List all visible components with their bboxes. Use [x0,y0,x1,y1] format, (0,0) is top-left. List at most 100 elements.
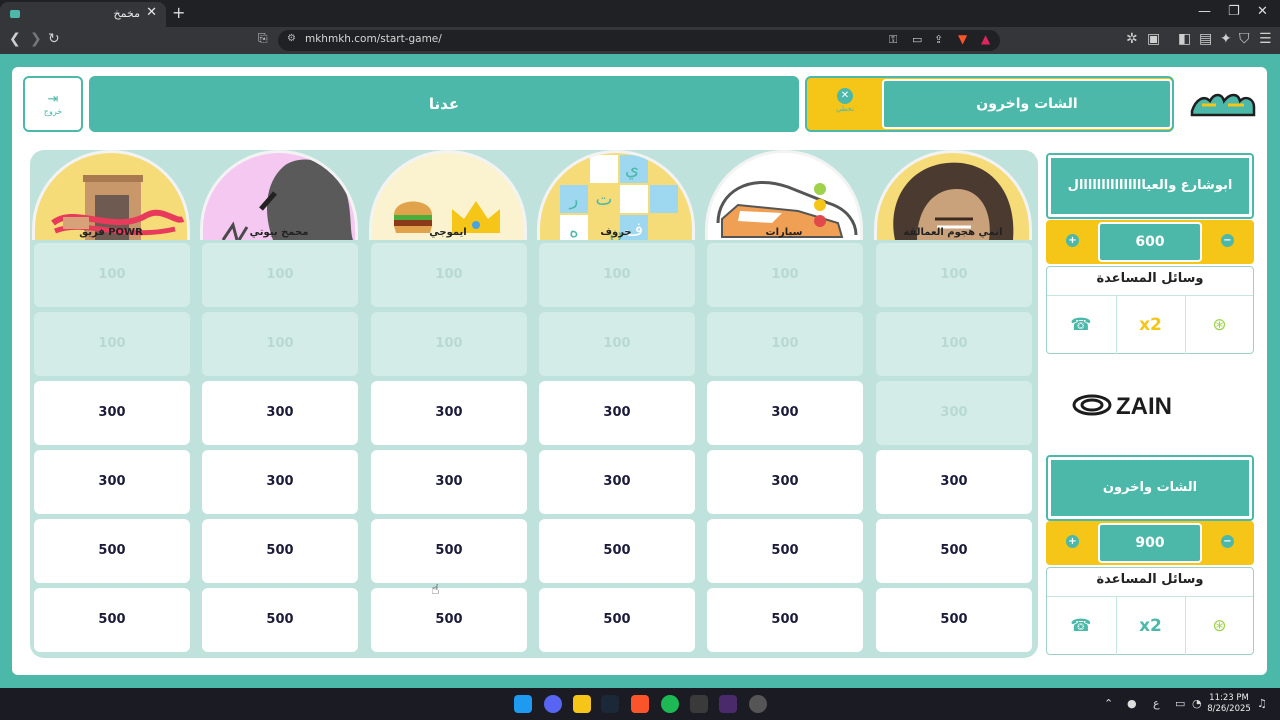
question-cell[interactable]: 300 [371,450,527,514]
hole-icon[interactable]: ⊛ [1185,296,1253,354]
question-cell[interactable]: 300 [539,381,695,445]
minus-icon[interactable]: − [1221,535,1234,548]
category-name: سيارات [765,227,803,238]
volume-icon[interactable]: ◔ [1192,697,1202,710]
zain-sponsor-logo: ZAIN [1072,393,1172,420]
browser-tab[interactable]: مخمخ ✕ [0,2,166,27]
hole-icon[interactable]: ⊛ [1185,597,1253,655]
question-cell[interactable]: 500 [371,519,527,583]
question-cell[interactable]: 300 [202,450,358,514]
letter-tile: ي [625,159,639,180]
chevron-up-icon[interactable]: ⌃ [1104,697,1113,710]
screenshot-icon[interactable]: ▣ [1147,31,1160,47]
category-header[interactable]: ي ر ت ف ه ن حروف [537,150,695,240]
wallet-icon[interactable]: ▤ [1199,31,1212,47]
question-cell[interactable]: 500 [876,588,1032,652]
question-cell: 100 [202,312,358,376]
question-cell[interactable]: 500 [539,519,695,583]
question-cell[interactable]: 500 [707,588,863,652]
question-cell: 300 [876,381,1032,445]
question-cell[interactable]: 300 [34,450,190,514]
question-cell[interactable]: 300 [34,381,190,445]
question-cell[interactable]: 500 [34,588,190,652]
clock[interactable]: 11:23 PM 8/26/2025 [1205,693,1253,715]
back-icon[interactable]: ❮ [9,31,21,47]
double-points-icon[interactable]: x2 [1116,597,1184,655]
network-icon[interactable]: ▭ [1175,697,1185,710]
notifications-icon[interactable]: ♫ [1257,697,1267,710]
help-tools-row: ☎ x2 ⊛ [1047,596,1253,655]
close-window-button[interactable]: ✕ [1257,4,1268,19]
question-cell[interactable]: 300 [707,381,863,445]
skip-button[interactable]: ✕ تخطي [831,88,859,113]
category-header[interactable]: فريق POWR [32,150,190,240]
steam-icon[interactable] [601,695,619,713]
question-cell[interactable]: 300 [707,450,863,514]
question-cell[interactable]: 500 [34,519,190,583]
help-tools-box: وسائل المساعدة ☎ x2 ⊛ [1046,567,1254,655]
minus-icon[interactable]: − [1221,234,1234,247]
category-header[interactable]: ايموجي [369,150,527,240]
call-friend-icon[interactable]: ☎ [1047,597,1115,655]
brave-shield-icon[interactable]: ▼ [958,32,967,46]
question-cell: 100 [539,312,695,376]
menu-icon[interactable]: ☰ [1259,31,1272,47]
exit-button[interactable]: ⇥ خروج [23,76,83,132]
question-cell[interactable]: 300 [371,381,527,445]
category-grid: فريق POWR 100 100 300 300 500 500 محمخ ب… [30,150,1038,658]
zain-text: ZAIN [1116,393,1172,420]
plus-icon[interactable]: + [1066,234,1079,247]
question-cell[interactable]: 500 [202,519,358,583]
share-icon[interactable]: ⇪ [934,33,943,46]
extensions-icon[interactable]: ✲ [1126,31,1138,47]
address-bar[interactable]: ⚙ mkhmkh.com/start-game/ ⚿ ▭ ⇪ ▼ ▲ [278,30,1000,51]
question-cell[interactable]: 500 [707,519,863,583]
brave-rewards-icon[interactable]: ▲ [981,32,990,46]
bookmark-icon[interactable]: ⎘ [258,31,268,46]
spotify-icon[interactable] [661,695,679,713]
app-icon[interactable] [749,695,767,713]
category-header[interactable]: محمخ بيوتي [200,150,358,240]
site-info-icon[interactable]: ⚙ [287,33,296,44]
minimize-button[interactable]: — [1198,4,1211,19]
language-indicator[interactable]: ع [1153,697,1160,710]
question-cell[interactable]: 500 [539,588,695,652]
team-name: ابوشارع والعيااااااااااااااال [1051,158,1249,214]
new-tab-button[interactable]: + [172,3,185,22]
category-name: حروف [600,227,632,238]
maximize-button[interactable]: ❐ [1228,4,1240,19]
brave-icon[interactable] [631,695,649,713]
category-name: فريق POWR [79,227,143,238]
category-header[interactable]: انمي هجوم العمالقة [874,150,1032,240]
question-cell[interactable]: 500 [371,588,527,652]
question-cell[interactable]: 300 [539,450,695,514]
call-friend-icon[interactable]: ☎ [1047,296,1115,354]
category-header[interactable]: سيارات [705,150,863,240]
plus-icon[interactable]: + [1066,535,1079,548]
start-icon[interactable] [514,695,532,713]
question-cell[interactable]: 500 [876,519,1032,583]
sidebar-icon[interactable]: ◧ [1178,31,1191,47]
key-icon[interactable]: ⚿ [889,33,897,47]
tab-close-icon[interactable]: ✕ [146,5,157,20]
discord-icon[interactable] [544,695,562,713]
question-cell[interactable]: 300 [202,381,358,445]
favicon-icon [10,10,20,18]
leo-icon[interactable]: ✦ [1220,31,1232,47]
reload-icon[interactable]: ↻ [48,31,60,47]
forward-icon[interactable]: ❯ [30,31,42,47]
exit-label: خروج [43,107,63,116]
category-column: سيارات 100 100 300 300 500 500 [703,150,865,658]
file-explorer-icon[interactable] [573,695,591,713]
cast-icon[interactable]: ▭ [912,33,922,46]
score-box: + 900 − [1046,521,1254,565]
question-cell[interactable]: 300 [876,450,1032,514]
mic-icon[interactable]: ● [1127,697,1137,710]
double-points-icon[interactable]: x2 [1116,296,1184,354]
question-cell[interactable]: 500 [202,588,358,652]
vpn-icon[interactable]: ⛉ [1239,31,1250,47]
xbox-icon[interactable] [690,695,708,713]
browser-tab-bar: مخمخ ✕ + — ❐ ✕ [0,0,1280,27]
opponent-team-banner: عدنا [89,76,799,132]
nzxt-icon[interactable] [719,695,737,713]
